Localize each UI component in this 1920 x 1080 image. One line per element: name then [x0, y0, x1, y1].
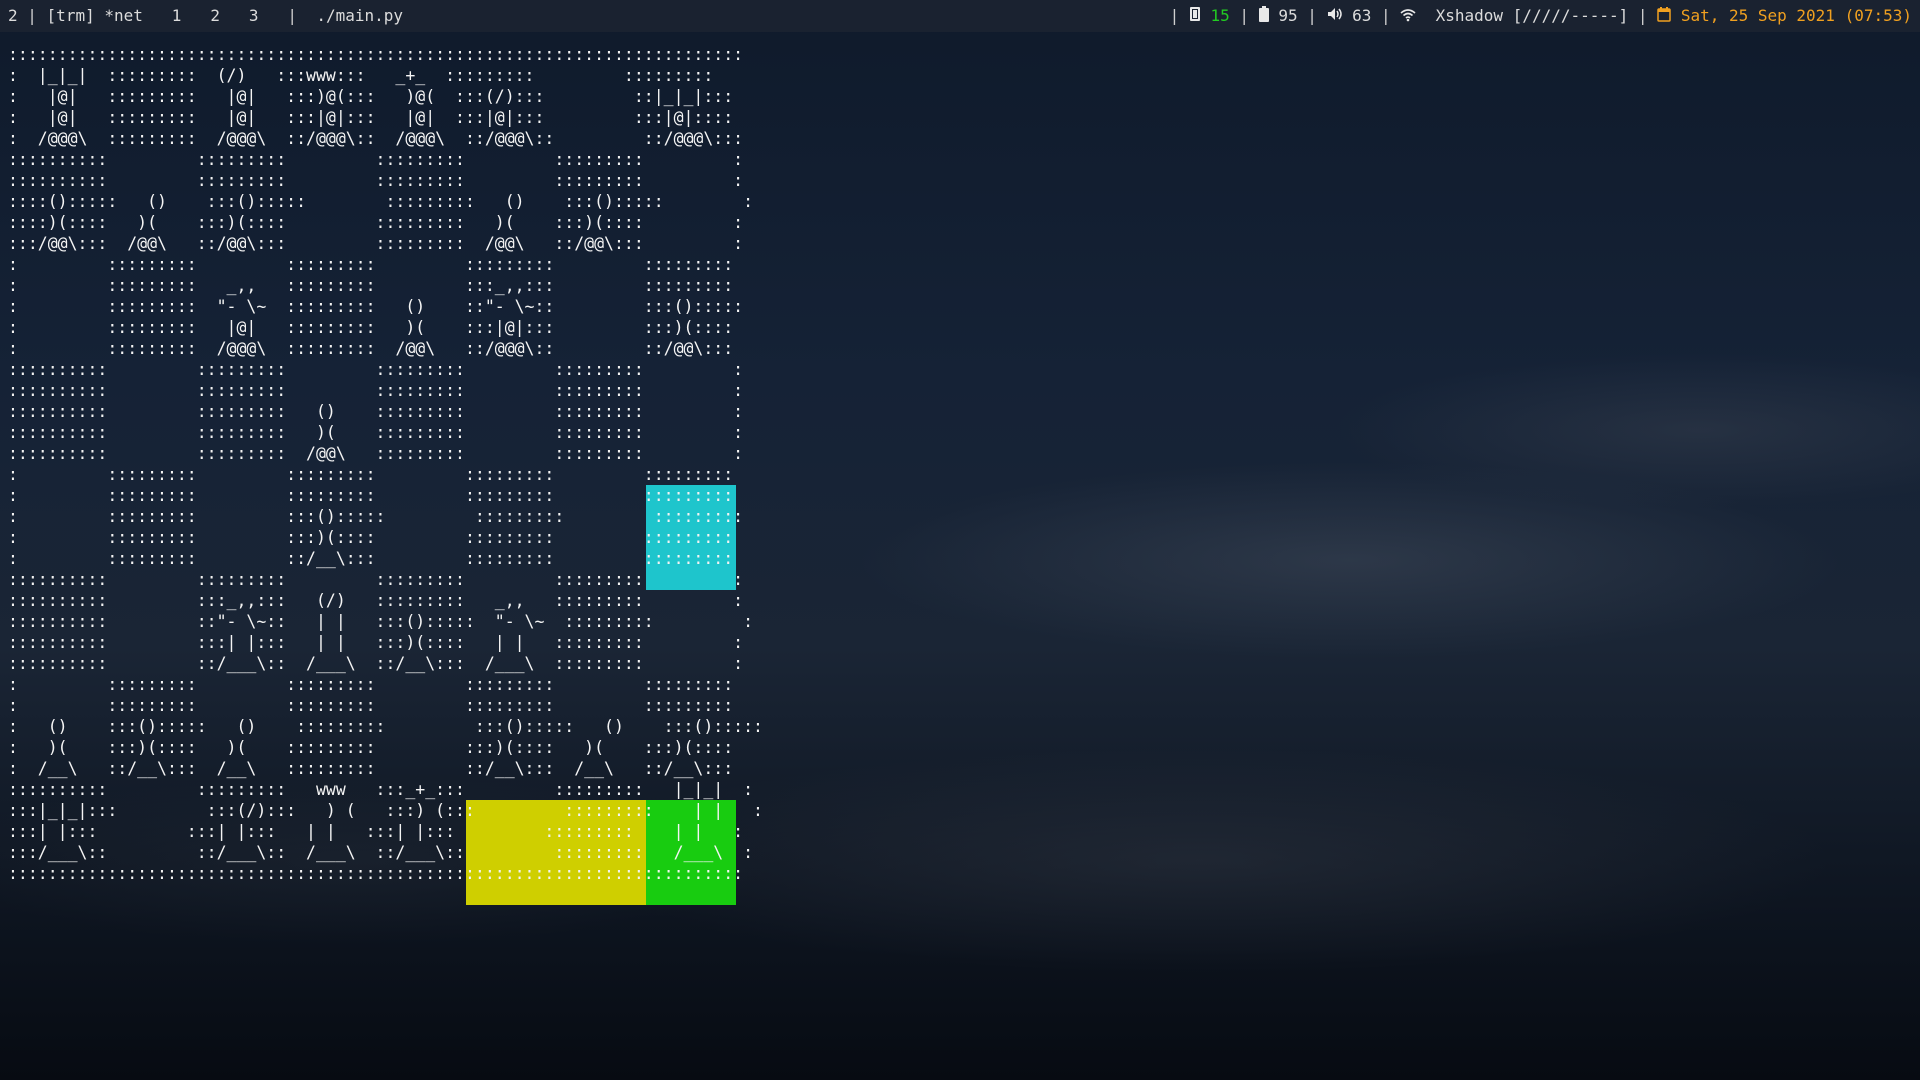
wifi-name: Xshadow — [1435, 6, 1504, 25]
separator: | — [1169, 6, 1189, 25]
board-line: ::::::::::::::::::::::::::::::::::::::::… — [8, 45, 744, 64]
board-line: :::|_|_|::: :::(/)::: ) ( :::) (::: ::::… — [8, 801, 763, 820]
board-line: :::::::::: ::::::::: ::::::::: :::::::::… — [8, 381, 744, 400]
tag-3[interactable]: 3 — [249, 6, 259, 25]
board-line: ::::::::::::::::::::::::::::::::::::::::… — [8, 864, 744, 883]
chess-board[interactable]: ::::::::::::::::::::::::::::::::::::::::… — [8, 44, 763, 884]
board-line: : ::::::::: :::()::::: ::::::::: :::::::… — [8, 507, 744, 526]
board-line: : ::::::::: ::::::::: ::::::::: ::::::::… — [8, 486, 734, 505]
tag-2[interactable]: 2 — [210, 6, 220, 25]
separator: | — [1371, 6, 1401, 25]
board-line: : ::::::::: |@| ::::::::: )( :::|@|::: :… — [8, 318, 734, 337]
layout-indicator[interactable]: [trm] — [47, 6, 95, 25]
board-line: :::::::::: ::::::::: ::::::::: :::::::::… — [8, 570, 744, 589]
calendar-icon — [1657, 1, 1671, 33]
board-line: : ::::::::: ::::::::: ::::::::: ::::::::… — [8, 255, 734, 274]
separator: | — [1229, 6, 1259, 25]
board-line: :::::::::: ::::::::: () ::::::::: ::::::… — [8, 402, 744, 421]
workspace-number[interactable]: 2 — [8, 6, 18, 25]
battery-value: 95 — [1278, 6, 1298, 25]
board-line: : |@| ::::::::: |@| :::)@(::: )@( :::(/)… — [8, 87, 734, 106]
volume-value: 63 — [1352, 6, 1372, 25]
wifi-strength: [/////-----] — [1512, 6, 1629, 25]
separator: | — [1628, 6, 1658, 25]
board-line: : ::::::::: /@@@\ ::::::::: /@@\ ::/@@@\… — [8, 339, 734, 358]
clock: Sat, 25 Sep 2021 (07:53) — [1680, 6, 1912, 25]
board-line: :::::::::: ::/___\:: /___\ ::/__\::: /__… — [8, 654, 744, 673]
board-line: :::::::::: ::"- \~:: | | :::()::::: "- \… — [8, 612, 754, 631]
board-line: ::::()::::: () :::()::::: ::::::::: () :… — [8, 192, 754, 211]
board-line: : ::::::::: "- \~ ::::::::: () ::"- \~::… — [8, 297, 744, 316]
tag-active[interactable]: *net — [104, 6, 143, 25]
board-line: : )( :::)(:::: )( ::::::::: :::)(:::: )(… — [8, 738, 734, 757]
board-line: :::::::::: ::::::::: ::::::::: :::::::::… — [8, 171, 744, 190]
board-line: :::::::::: ::::::::: /@@\ ::::::::: ::::… — [8, 444, 744, 463]
board-line: : /@@@\ ::::::::: /@@@\ ::/@@@\:: /@@@\ … — [8, 129, 744, 148]
board-line: :::| |::: :::| |::: | | :::| |::: ::::::… — [8, 822, 744, 841]
board-line: : /__\ ::/__\::: /__\ ::::::::: ::/__\::… — [8, 759, 734, 778]
window-title: ./main.py — [316, 6, 404, 25]
board-line: :::::::::: ::::::::: )( ::::::::: ::::::… — [8, 423, 744, 442]
volume-icon — [1327, 1, 1343, 33]
board-line: :::::::::: :::| |::: | | :::)(:::: | | :… — [8, 633, 744, 652]
board-line: :::/@@\::: /@@\ ::/@@\::: ::::::::: /@@\… — [8, 234, 744, 253]
board-line: :::::::::: ::::::::: ::::::::: :::::::::… — [8, 360, 744, 379]
board-line: :::::::::: ::::::::: ::::::::: :::::::::… — [8, 150, 744, 169]
battery-icon — [1258, 1, 1269, 33]
board-line: : () :::()::::: () ::::::::: :::()::::: … — [8, 717, 763, 736]
board-line: : |_|_| ::::::::: (/) :::www::: _+_ ::::… — [8, 66, 714, 85]
tag-1[interactable]: 1 — [172, 6, 182, 25]
board-line: : ::::::::: ::::::::: ::::::::: ::::::::… — [8, 675, 734, 694]
separator: | — [1297, 6, 1327, 25]
board-line: :::/___\:: ::/___\:: /___\ ::/___\:: :::… — [8, 843, 754, 862]
board-line: : ::::::::: ::/__\::: ::::::::: ::::::::… — [8, 549, 734, 568]
separator: | — [258, 6, 317, 25]
separator: | — [17, 6, 47, 25]
status-bar-right: | 15 | 95 | 63 | Xshadow [/////-----] | … — [1170, 0, 1912, 33]
board-line: : ::::::::: ::::::::: ::::::::: ::::::::… — [8, 696, 734, 715]
board-line: : ::::::::: ::::::::: ::::::::: ::::::::… — [8, 465, 734, 484]
status-bar-left: 2 | [trm] *net 1 2 3 | ./main.py — [8, 0, 403, 32]
wifi-icon — [1400, 1, 1416, 33]
board-line: : ::::::::: :::)(:::: ::::::::: ::::::::… — [8, 528, 734, 547]
memory-icon — [1189, 1, 1201, 33]
board-line: :::::::::: :::_,,::: (/) ::::::::: _,, :… — [8, 591, 744, 610]
board-line: :::::::::: ::::::::: www :::_+_::: :::::… — [8, 780, 754, 799]
board-line: : ::::::::: _,, ::::::::: :::_,,::: ::::… — [8, 276, 734, 295]
terminal-window[interactable]: ::::::::::::::::::::::::::::::::::::::::… — [8, 44, 763, 924]
board-line: : |@| ::::::::: |@| :::|@|::: |@| :::|@|… — [8, 108, 734, 127]
board-line: ::::)(:::: )( :::)(:::: ::::::::: )( :::… — [8, 213, 744, 232]
cpu-value: 15 — [1210, 6, 1230, 25]
status-bar: 2 | [trm] *net 1 2 3 | ./main.py | 15 | … — [0, 0, 1920, 32]
